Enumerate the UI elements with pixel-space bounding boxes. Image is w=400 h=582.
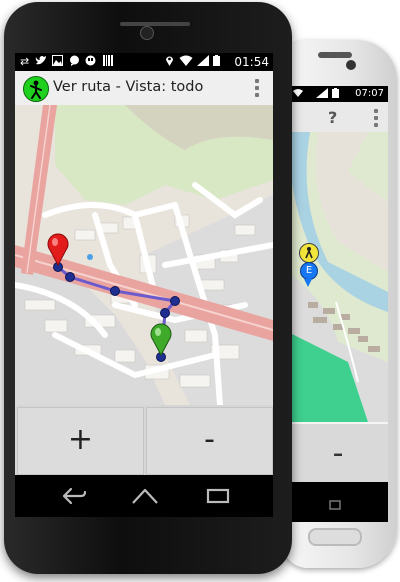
poi-person-marker[interactable] xyxy=(299,243,319,263)
front-phone-speaker xyxy=(120,22,190,26)
location-icon xyxy=(165,55,174,69)
map-view[interactable] xyxy=(15,105,273,405)
navigation-bar xyxy=(15,475,273,517)
status-bar: ⇄ 01:54 xyxy=(15,53,273,71)
back-recents-icon[interactable] xyxy=(328,496,342,515)
app-logo-icon[interactable] xyxy=(23,76,49,102)
back-map-view[interactable]: E xyxy=(288,132,388,422)
hangouts-icon xyxy=(85,55,96,69)
battery-icon xyxy=(332,88,339,101)
chat-icon xyxy=(69,55,80,69)
wifi-icon xyxy=(292,88,304,101)
status-time: 01:54 xyxy=(234,55,269,69)
back-zoom-out-button[interactable]: - xyxy=(288,422,388,484)
recents-icon[interactable] xyxy=(205,487,231,509)
poi-e-marker-pointer xyxy=(304,279,312,287)
poi-e-marker[interactable]: E xyxy=(300,262,318,280)
battery-icon xyxy=(213,55,220,69)
help-button[interactable]: ? xyxy=(328,108,337,127)
front-phone-camera xyxy=(140,26,154,40)
page-title: Ver ruta - Vista: todo xyxy=(53,79,204,95)
back-status-bar: 07:07 xyxy=(288,86,388,102)
back-navigation-bar xyxy=(288,482,388,522)
twitter-icon xyxy=(35,55,47,69)
signal-icon xyxy=(197,55,209,69)
action-bar: Ver ruta - Vista: todo xyxy=(15,71,273,106)
back-phone-camera xyxy=(346,60,356,70)
barcode-icon xyxy=(103,55,113,69)
back-phone-screen: 07:07 ? E - xyxy=(288,86,388,522)
home-icon[interactable] xyxy=(131,487,159,509)
wifi-icon xyxy=(179,55,193,69)
image-icon xyxy=(52,55,63,69)
zoom-in-button[interactable]: + xyxy=(17,407,144,475)
sync-icon: ⇄ xyxy=(20,55,30,68)
back-physical-home-button[interactable] xyxy=(308,528,362,546)
zoom-bar: + - xyxy=(15,405,273,475)
back-icon[interactable] xyxy=(61,485,87,511)
overflow-menu-icon[interactable] xyxy=(251,77,263,99)
map-canvas xyxy=(15,105,273,405)
back-zoom-bar: - xyxy=(288,422,388,484)
front-phone-screen: ⇄ 01:54 Ver ruta - Vista: todo + - xyxy=(15,53,273,517)
back-overflow-menu-icon[interactable] xyxy=(370,109,382,131)
signal-icon xyxy=(316,88,328,101)
back-action-bar: ? xyxy=(288,102,388,133)
zoom-out-button[interactable]: - xyxy=(146,407,273,475)
back-phone-speaker xyxy=(318,52,352,58)
back-status-time: 07:07 xyxy=(355,88,384,99)
